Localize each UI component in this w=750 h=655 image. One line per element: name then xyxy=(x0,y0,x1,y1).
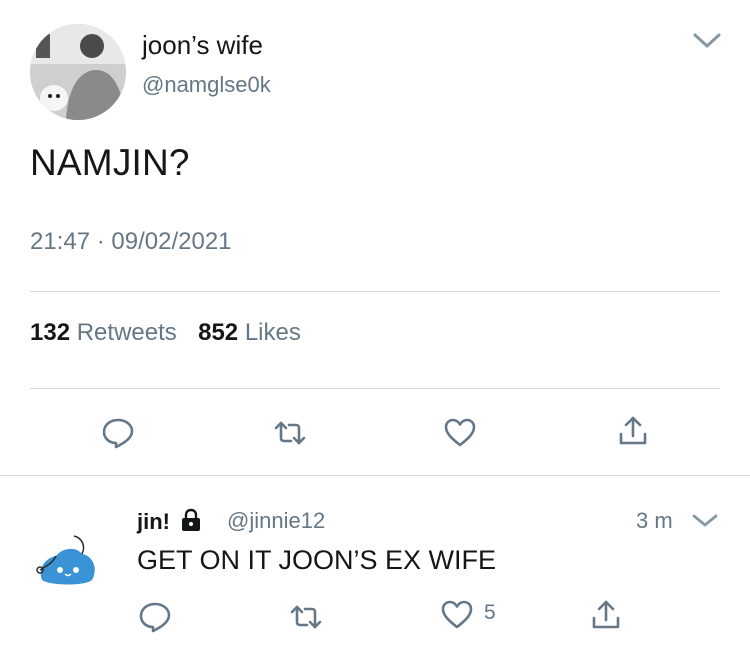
retweet-icon[interactable] xyxy=(273,416,307,450)
lock-icon xyxy=(180,508,202,538)
reply-text: GET ON IT JOON’S EX WIFE xyxy=(137,545,497,575)
retweets-stat[interactable]: 132 Retweets xyxy=(30,319,183,346)
share-icon[interactable] xyxy=(589,598,623,632)
likes-count: 852 xyxy=(198,319,239,346)
reply-name-text: jin! xyxy=(137,509,170,534)
divider xyxy=(0,475,750,476)
reply-time[interactable]: 3 m xyxy=(636,508,673,534)
divider xyxy=(30,291,720,292)
reply-user-handle[interactable]: @jinnie12 xyxy=(227,508,325,534)
divider xyxy=(30,388,720,389)
separator-dot: · xyxy=(96,228,105,255)
timestamp[interactable]: 21:47 · 09/02/2021 xyxy=(30,228,232,256)
speech-bubble-icon[interactable] xyxy=(138,600,172,634)
chevron-down-icon[interactable] xyxy=(692,30,722,50)
retweets-label: Retweets xyxy=(76,319,177,346)
tweet-text: NAMJIN? xyxy=(30,142,190,183)
heart-icon[interactable] xyxy=(443,416,477,450)
tweet-time: 21:47 xyxy=(30,228,91,255)
reply-likes-count: 5 xyxy=(484,601,496,624)
slime-avatar xyxy=(36,535,95,585)
likes-stat[interactable]: 852 Likes xyxy=(198,319,301,346)
avatar-photo xyxy=(30,24,126,120)
chevron-down-icon[interactable] xyxy=(691,510,719,530)
speech-bubble-icon[interactable] xyxy=(101,416,135,450)
likes-label: Likes xyxy=(244,319,301,346)
reply-display-name[interactable]: jin! xyxy=(137,508,202,538)
avatar[interactable] xyxy=(22,510,114,602)
retweet-icon[interactable] xyxy=(289,600,323,634)
retweets-count: 132 xyxy=(30,319,71,346)
heart-icon[interactable] xyxy=(440,598,474,632)
share-icon[interactable] xyxy=(616,414,650,448)
display-name[interactable]: joon’s wife xyxy=(142,30,263,61)
user-handle[interactable]: @namglse0k xyxy=(142,72,271,98)
tweet-date: 09/02/2021 xyxy=(111,228,232,255)
avatar[interactable] xyxy=(30,24,126,120)
tweet-stats: 132 Retweets 852 Likes xyxy=(30,319,301,347)
